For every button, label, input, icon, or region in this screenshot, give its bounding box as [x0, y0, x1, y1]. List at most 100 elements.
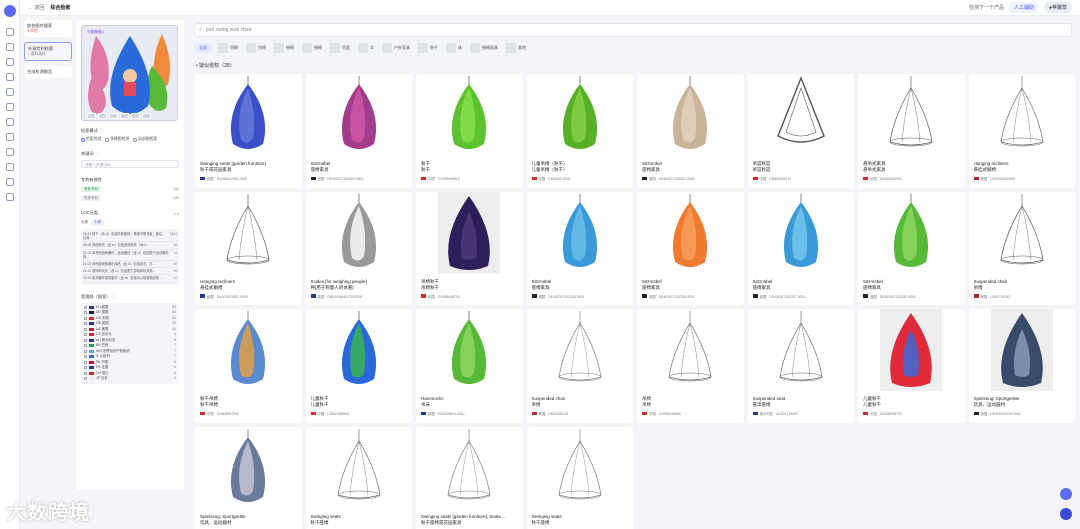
checkbox[interactable]	[84, 305, 87, 309]
loc-item[interactable]: 06-06 其他家具（含 U）包括其他家具（06-0... 48	[83, 242, 177, 250]
product-card[interactable]: Hanging recliners 悬挂式躺椅 欧盟 · EU0079236S1-0…	[195, 191, 302, 305]
nav-item[interactable]: 生成检测报告	[24, 66, 72, 78]
product-card[interactable]: Swinging seats [garden furniture]; Seats…	[416, 426, 523, 529]
checkbox[interactable]	[84, 322, 87, 326]
category-tab[interactable]: 全部	[194, 43, 212, 53]
product-card[interactable]: Hammocks 吊床 欧盟 · EU0028816-0010	[416, 309, 523, 423]
product-card[interactable]: Scales [for weighing people] 秤[用于称量人的体重] 英…	[305, 191, 412, 305]
thumb-icon[interactable]	[98, 113, 107, 119]
user-menu[interactable]: ●苹翼草	[1043, 2, 1072, 13]
checkbox[interactable]	[84, 333, 87, 337]
thumb-icon[interactable]	[131, 113, 140, 119]
checkbox[interactable]	[84, 360, 87, 364]
product-card[interactable]: Hanging recliners 悬挂式躺椅 美国 · USD0925625S0	[968, 74, 1075, 188]
product-card[interactable]: Suspended chair 吊椅 美国 · USD0711067	[968, 191, 1075, 305]
search-input[interactable]: pod swing seat chair	[206, 27, 252, 33]
search-bar[interactable]: ⌕ pod swing seat chair	[194, 23, 1072, 37]
category-tab[interactable]: 摇椅家具	[468, 42, 500, 54]
category-tab[interactable]: 吊椅	[244, 42, 268, 54]
product-card[interactable]: 儿童秋千 儿童秋千 中国 · CN302865532	[305, 309, 412, 423]
bell-icon[interactable]	[6, 148, 14, 156]
checkbox[interactable]	[84, 366, 87, 370]
chart-icon[interactable]	[6, 133, 14, 141]
next-product-link[interactable]: 检测下一个产品	[969, 4, 1004, 11]
search-icon[interactable]: ⌕ ▾	[174, 211, 179, 216]
product-card[interactable]: 儿童秋千 儿童秋千 中国 · CN305298720	[858, 309, 965, 423]
checkbox[interactable]	[84, 316, 87, 320]
checkbox[interactable]	[84, 344, 87, 348]
category-tab[interactable]: 摇椅	[300, 42, 324, 54]
help-icon[interactable]	[1060, 508, 1072, 520]
category-tab[interactable]: 吊椅	[216, 42, 240, 54]
upload-icon[interactable]	[6, 163, 14, 171]
checkbox[interactable]	[84, 377, 87, 381]
nav-item[interactable]: 综合图片搜索 ● 风险	[24, 20, 72, 37]
loc-item[interactable]: 21-02 体育用品和器材，运动器材（含 U）包括属于运动器材的... 74	[83, 250, 177, 262]
link-icon[interactable]	[6, 193, 14, 201]
checkbox[interactable]	[84, 327, 87, 331]
product-card[interactable]: Sitzmöbel 座椅家具 德国 · DE402017202327-0001	[747, 191, 854, 305]
product-card[interactable]: Sitzmöbel 座椅家具 德国 · DE402017202330-0001	[858, 191, 965, 305]
loc-item[interactable]: 06-01 椅子（含 U）包括所有座椅，带或不带背板，座位、长凳... 1861	[83, 231, 177, 243]
shield-icon[interactable]	[6, 103, 14, 111]
category-tab[interactable]: 吊篮	[328, 42, 352, 54]
app-logo-icon[interactable]	[4, 5, 16, 17]
loc-item[interactable]: 21-01 游戏和玩具（含 U）包括属于游戏和玩具类... 46	[83, 268, 177, 276]
product-card[interactable]: 秋千吊椅 秋千吊椅 中国 · CN305397930	[195, 309, 302, 423]
thumb-icon[interactable]	[142, 113, 151, 119]
query-product-image[interactable]: 可替换图片	[81, 25, 178, 121]
chat-icon[interactable]	[1060, 488, 1072, 500]
product-card[interactable]: Sitzmöbel 座椅家具 德国 · DE402017202321-0001	[637, 74, 744, 188]
location-icon[interactable]	[6, 73, 14, 81]
product-card[interactable]: Suspended seat 悬浮座椅 澳大利亚 · AU201716424	[747, 309, 854, 423]
category-tab[interactable]: 秋千	[416, 42, 440, 54]
grid-icon[interactable]	[6, 43, 14, 51]
nav-item[interactable]: 外观专利检索 • 通知通知	[24, 42, 72, 61]
product-card[interactable]: 儿童吊椅（秋千） 儿童吊椅（秋千） 中国 · CN306673418	[526, 74, 633, 188]
checkbox[interactable]	[84, 355, 87, 359]
search-rail-icon[interactable]	[6, 88, 14, 96]
thumb-icon[interactable]	[109, 113, 118, 119]
loc-item[interactable]: 22-03 家具辅件类的套件（含 U）包括可以放置物品的... 12	[83, 275, 177, 283]
product-card[interactable]: Swinging seats秋千座椅欧盟 · EU003210034-0001	[305, 426, 412, 529]
mode-radio[interactable]: 多模图检测	[105, 137, 129, 142]
category-tab[interactable]: 其他	[504, 42, 528, 54]
checkbox[interactable]	[84, 371, 87, 375]
loc-tab-major[interactable]: 大类	[81, 220, 88, 225]
loc-item[interactable]: 21-03 其他游戏和娱乐用品（含 U）包括射击、打... 48	[83, 261, 177, 269]
product-card[interactable]: Sitzmöbel 座椅家具 德国 · DE402017202328-0001	[637, 191, 744, 305]
image-tag[interactable]: 可替换图片	[85, 29, 107, 36]
product-card[interactable]: 吊椅 吊椅 中国 · CN305446855	[637, 309, 744, 423]
product-card[interactable]: Suspended chair 吊椅 美国 · USD4455221	[526, 309, 633, 423]
product-card[interactable]: 悬吊式家具 悬吊式家具 中国 · CN304383069	[858, 74, 965, 188]
category-tab[interactable]: 户外家具	[380, 42, 412, 54]
mode-radio[interactable]: 检索检测	[81, 137, 101, 142]
product-card[interactable]: Sitzmöbel 座椅家具 德国 · DE402017202326-0001	[526, 191, 633, 305]
product-card[interactable]: Sitzmöbel 座椅家具 德国 · DE402017202320-0001	[305, 74, 412, 188]
checkbox[interactable]	[84, 338, 87, 342]
home-icon[interactable]	[6, 28, 14, 36]
globe-icon[interactable]	[6, 178, 14, 186]
patent-row[interactable]: 有效专利 190	[81, 186, 179, 192]
loc-tab-minor[interactable]: 小类	[91, 219, 104, 226]
product-card[interactable]: Swinging seats [garden furniture] 秋千或花园家具…	[195, 74, 302, 188]
human-assist-button[interactable]: 人工辅助	[1009, 2, 1038, 13]
product-card[interactable]: 吊椅秋千 吊椅秋千 中国 · CN305446720	[416, 191, 523, 305]
product-card[interactable]: 秋千 秋千 中国 · CN305446813	[416, 74, 523, 188]
thumb-icon[interactable]	[120, 113, 129, 119]
product-card[interactable]: Spielzeug; Sportgeräte玩具、运动器材德国 · DE4020…	[195, 426, 302, 529]
category-tab[interactable]: 伞	[356, 42, 376, 54]
product-card[interactable]: 吊篮秋篮 吊篮秋篮 中国 · CN305404175	[747, 74, 854, 188]
thumb-icon[interactable]	[87, 113, 96, 119]
back-link[interactable]: ← 返回	[28, 4, 44, 11]
checkbox[interactable]	[84, 349, 87, 353]
product-card[interactable]: Swinging seats秋千座椅欧盟 · EU003210034-0003	[526, 426, 633, 529]
mode-radio[interactable]: 局部图检索	[133, 137, 157, 142]
gear-icon[interactable]	[6, 118, 14, 126]
category-tab[interactable]: 床	[444, 42, 464, 54]
product-card[interactable]: Spielzeug; Sportgeräte玩具、运动器材德国 · DE4020…	[968, 309, 1075, 423]
country-item[interactable]: JP 日本 3	[84, 376, 176, 382]
keyword-input[interactable]: 请输入关键词/ID	[81, 160, 179, 168]
checkbox[interactable]	[84, 311, 87, 315]
document-icon[interactable]	[6, 58, 14, 66]
